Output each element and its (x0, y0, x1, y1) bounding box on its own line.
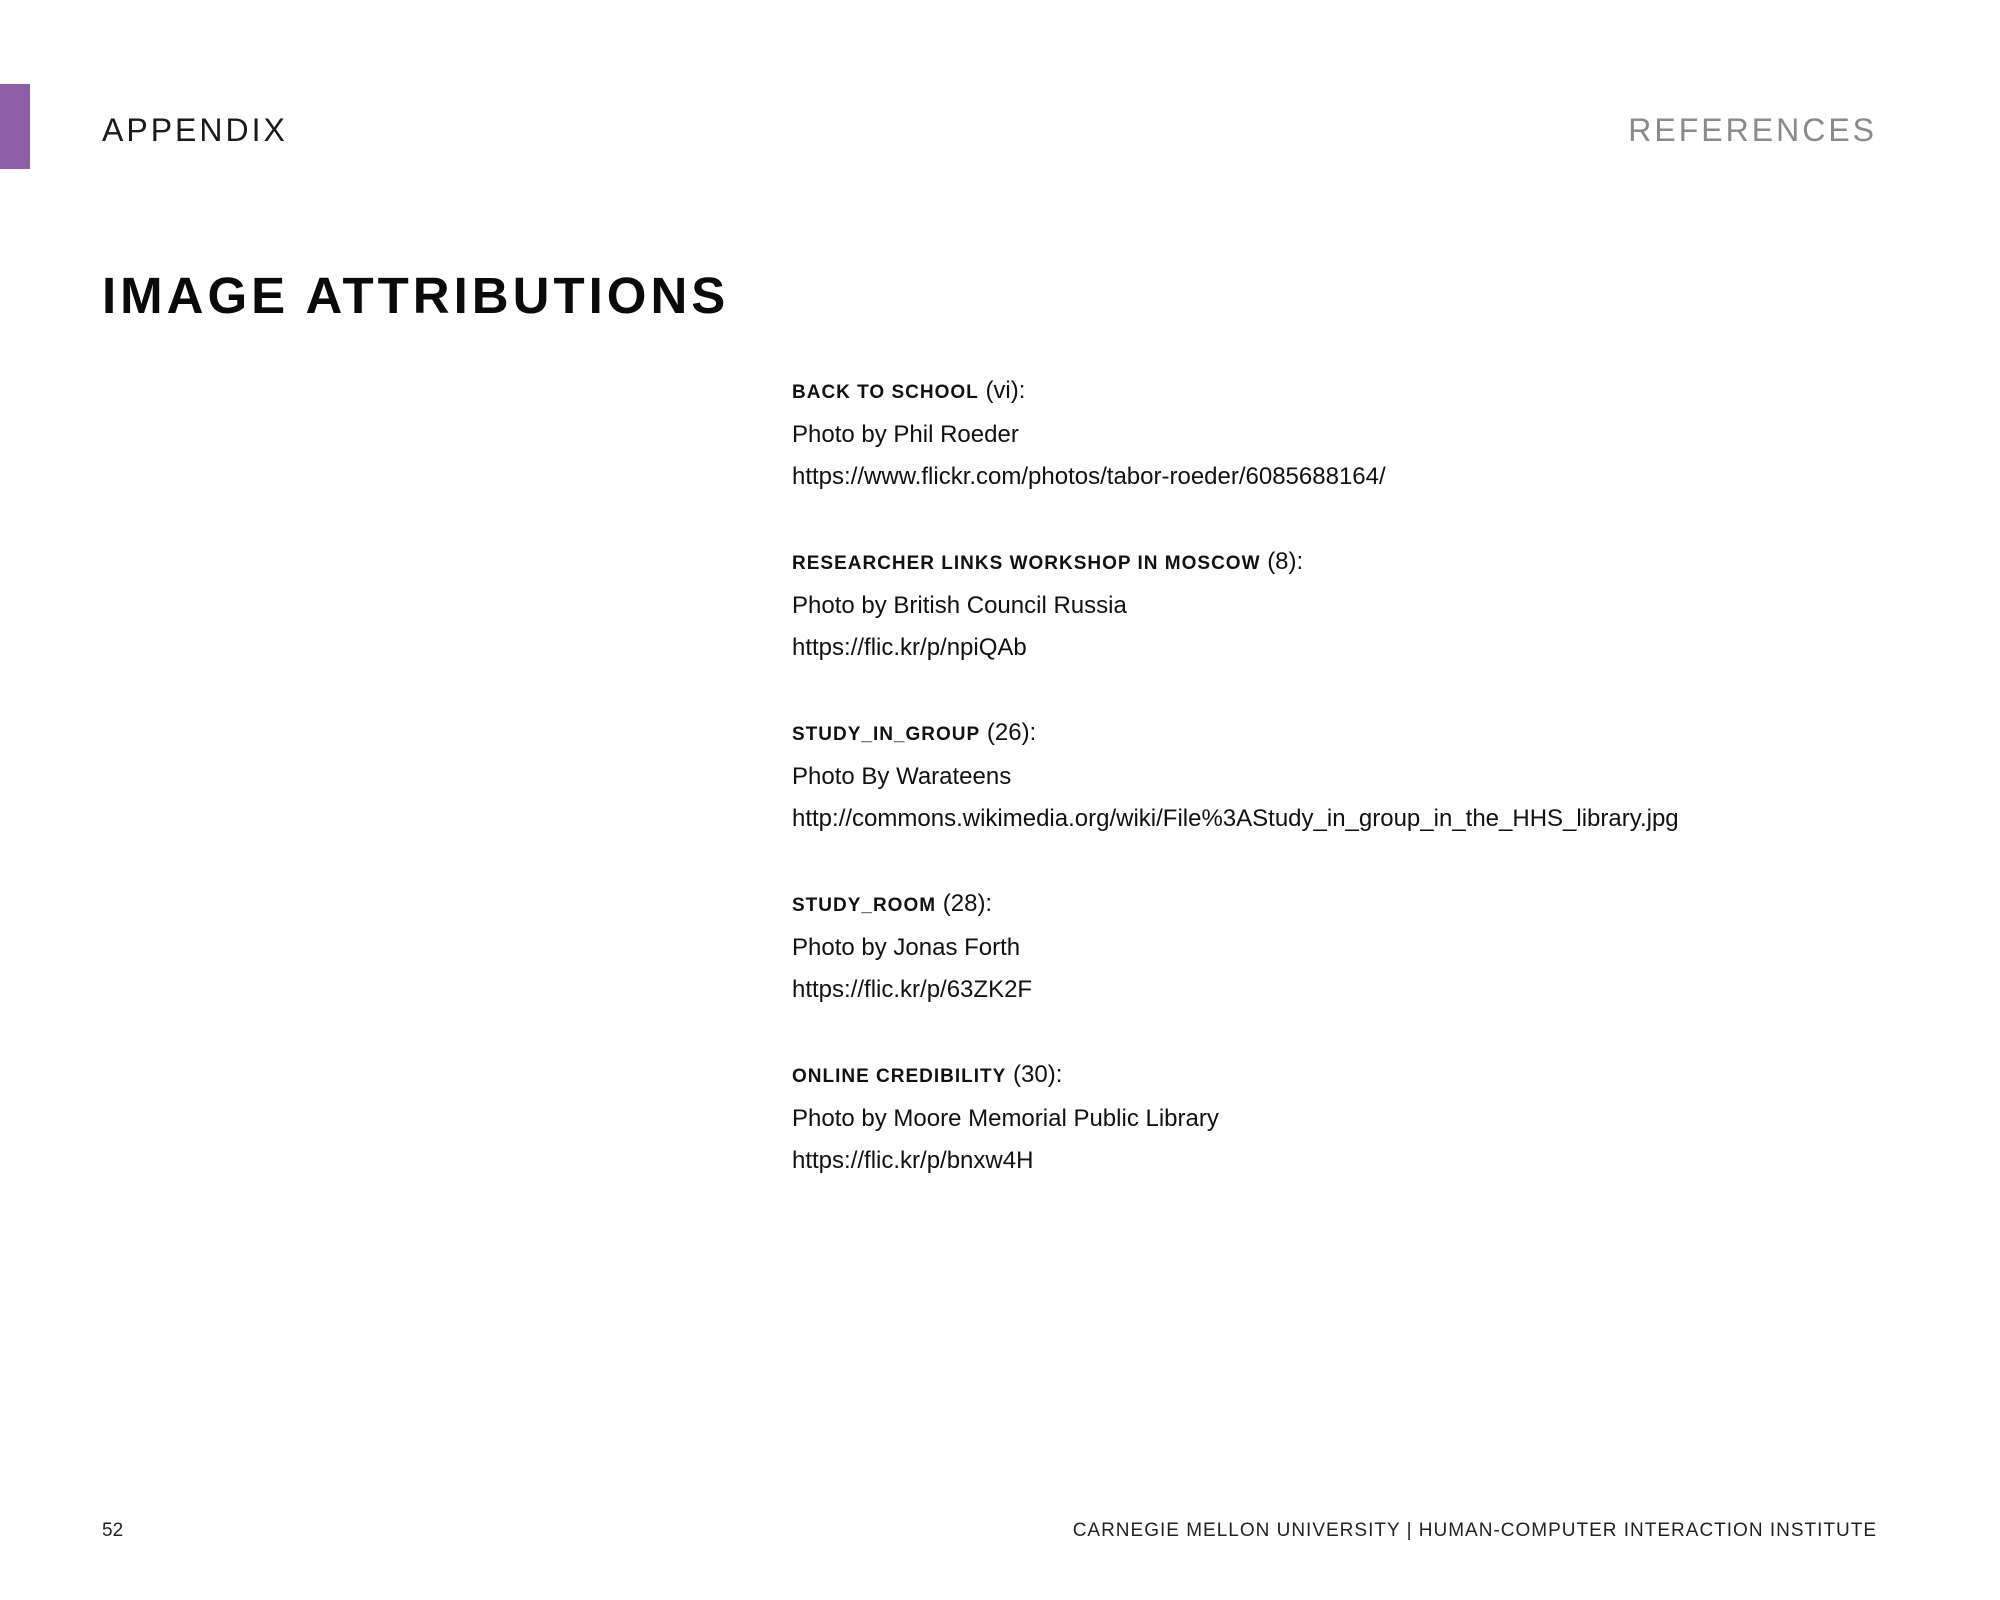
entry-page-ref: (26): (986, 719, 1037, 746)
entry-page-ref: (30): (1013, 1061, 1063, 1088)
page-number: 52 (102, 1520, 124, 1541)
entry-heading: RESEARCHER LINKS WORKSHOP IN MOSCOW (8): (792, 541, 1892, 585)
entry-page-ref: (8): (1267, 548, 1304, 575)
entry-title: ONLINE CREDIBILITY (792, 1066, 1007, 1087)
entry-url: https://flic.kr/p/63ZK2F (792, 976, 1033, 1003)
footer-institution: CARNEGIE MELLON UNIVERSITY | HUMAN-COMPU… (1072, 1520, 1877, 1541)
entry-url: http://commons.wikimedia.org/wiki/File%3… (792, 805, 1679, 832)
accent-bar (0, 84, 30, 169)
entry-title: RESEARCHER LINKS WORKSHOP IN MOSCOW (792, 553, 1261, 574)
page-title: IMAGE ATTRIBUTIONS (102, 267, 730, 324)
entry-credit: Photo by British Council Russia (792, 592, 1127, 619)
entry-credit: Photo by Jonas Forth (792, 934, 1021, 961)
entry-credit: Photo by Moore Memorial Public Library (792, 1105, 1219, 1132)
entry-url: https://www.flickr.com/photos/tabor-roed… (792, 463, 1386, 490)
entry-heading: STUDY_ROOM (28): (792, 883, 1892, 927)
entry-url: https://flic.kr/p/npiQAb (792, 634, 1027, 661)
attribution-entry: STUDY_ROOM (28): Photo by Jonas Forth ht… (792, 883, 1892, 1011)
entry-title: STUDY_IN_GROUP (792, 724, 981, 745)
header-references: REFERENCES (1628, 112, 1877, 148)
attribution-list: BACK TO SCHOOL (vi): Photo by Phil Roede… (792, 370, 1892, 1225)
section-label: APPENDIX (102, 112, 288, 148)
entry-page-ref: (28): (942, 890, 993, 917)
entry-credit: Photo By Warateens (792, 763, 1012, 790)
attribution-entry: ONLINE CREDIBILITY (30): Photo by Moore … (792, 1054, 1892, 1182)
entry-heading: BACK TO SCHOOL (vi): (792, 370, 1892, 414)
entry-credit: Photo by Phil Roeder (792, 421, 1019, 448)
entry-title: STUDY_ROOM (792, 895, 937, 916)
attribution-entry: BACK TO SCHOOL (vi): Photo by Phil Roede… (792, 370, 1892, 498)
entry-page-ref: (vi): (985, 377, 1026, 404)
entry-heading: STUDY_IN_GROUP (26): (792, 712, 1892, 756)
entry-url: https://flic.kr/p/bnxw4H (792, 1147, 1034, 1174)
attribution-entry: RESEARCHER LINKS WORKSHOP IN MOSCOW (8):… (792, 541, 1892, 669)
entry-title: BACK TO SCHOOL (792, 382, 979, 403)
attribution-entry: STUDY_IN_GROUP (26): Photo By Warateens … (792, 712, 1892, 840)
entry-heading: ONLINE CREDIBILITY (30): (792, 1054, 1892, 1098)
